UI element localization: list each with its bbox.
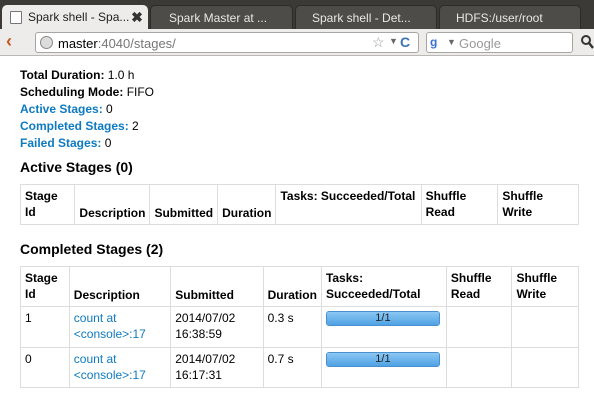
column-header-shuffle-read[interactable]: Shuffle Read [445,266,513,307]
search-input[interactable]: Google [459,36,501,51]
table-header-row: Stage Id Description Submitted Duration … [20,266,579,307]
column-header-shuffle-read[interactable]: Shuffle Read [420,184,499,225]
stage-description-link[interactable]: count at <console>:17 [74,352,146,382]
tab-spark-shell-details[interactable]: Spark shell - Det... [295,5,437,29]
bookmark-star-icon[interactable]: ☆ [372,34,385,51]
progress-label: 1/1 [375,312,391,324]
shuffle-write-cell [511,306,579,348]
tasks-progress-bar: 1/1 [325,311,440,326]
column-header-submitted[interactable]: Submitted [170,266,264,307]
address-bar[interactable]: master:4040/stages/ ☆ ▼ C [35,32,419,53]
stage-description-link[interactable]: count at <console>:17 [74,311,146,341]
shuffle-read-cell [445,306,513,348]
scheduling-mode-value: FIFO [126,85,155,99]
url-text[interactable]: master:4040/stages/ [58,36,176,51]
active-stages-table: Stage Id Description Submitted Duration … [19,184,579,225]
tasks-cell: 1/1 [320,347,447,388]
failed-stages-value: 0 [104,136,112,150]
url-path: :4040/stages/ [97,36,176,51]
search-box[interactable]: g ▼ Google [426,32,573,53]
completed-stages-heading: Completed Stages (2) [20,241,164,257]
url-host: master [58,36,98,51]
reload-icon[interactable]: C [400,34,410,50]
tab-title: Spark shell - Det... [312,10,411,25]
search-icon[interactable] [580,33,594,51]
stages-summary: Total Duration: 1.0 h Scheduling Mode: F… [20,67,154,152]
total-duration-value: 1.0 h [107,68,135,82]
total-duration-label: Total Duration: [20,68,105,82]
submitted-cell: 2014/07/02 16:17:31 [170,347,264,388]
active-stages-row: Active Stages: 0 [20,101,154,118]
scheduling-mode-row: Scheduling Mode: FIFO [20,84,154,101]
duration-cell: 0.7 s [262,347,322,388]
duration-cell: 0.3 s [262,306,322,348]
tab-title: Spark shell - Spa... [28,10,129,24]
submitted-cell: 2014/07/02 16:38:59 [170,306,264,348]
tasks-cell: 1/1 [320,306,447,348]
active-stages-heading: Active Stages (0) [20,159,133,175]
column-header-description[interactable]: Description [68,266,172,307]
scheduling-mode-label: Scheduling Mode: [20,85,124,99]
browser-tab-bar: Spark shell - Spa... ✖ Spark Master at .… [0,0,594,29]
column-header-tasks[interactable]: Tasks: Succeeded/Total [275,184,422,225]
description-cell: count at <console>:17 [68,347,172,388]
browser-nav-bar: ‹ master:4040/stages/ ☆ ▼ C g ▼ Google [0,29,594,56]
stage-id-cell: 1 [20,306,70,348]
description-cell: count at <console>:17 [68,306,172,348]
tab-hdfs[interactable]: HDFS:/user/root [439,5,581,29]
shuffle-write-cell [511,347,579,388]
shuffle-read-cell [445,347,513,388]
active-stages-link[interactable]: Active Stages: [20,102,103,116]
total-duration-row: Total Duration: 1.0 h [20,67,154,84]
progress-label: 1/1 [375,353,391,365]
column-header-tasks[interactable]: Tasks: Succeeded/Total [320,266,447,307]
back-arrow-icon[interactable]: ‹ [6,32,24,51]
column-header-stage-id[interactable]: Stage Id [20,266,70,307]
stage-id-cell: 0 [20,347,70,388]
page-content: Total Duration: 1.0 h Scheduling Mode: F… [0,57,594,401]
tab-title: Spark Master at ... [169,10,268,25]
table-header-row: Stage Id Description Submitted Duration … [19,184,579,225]
tasks-progress-bar: 1/1 [325,352,440,367]
tab-title: HDFS:/user/root [456,10,543,25]
completed-stages-value: 2 [132,119,139,133]
column-header-submitted[interactable]: Submitted [149,184,219,225]
table-row: 0 count at <console>:17 2014/07/02 16:17… [20,347,579,388]
failed-stages-row: Failed Stages: 0 [20,135,154,152]
column-header-shuffle-write[interactable]: Shuffle Write [511,266,579,307]
tab-spark-shell-stages[interactable]: Spark shell - Spa... ✖ [2,5,148,29]
search-engine-dropdown-icon[interactable]: ▼ [447,37,456,47]
completed-stages-row: Completed Stages: 2 [20,118,154,135]
column-header-duration[interactable]: Duration [217,184,277,225]
google-logo-icon[interactable]: g [430,35,444,49]
close-icon[interactable]: ✖ [129,9,145,26]
column-header-shuffle-write[interactable]: Shuffle Write [497,184,579,225]
column-header-duration[interactable]: Duration [262,266,322,307]
page-icon [10,10,22,24]
tab-spark-master[interactable]: Spark Master at ... [150,5,293,29]
globe-icon [40,36,53,49]
active-stages-value: 0 [106,102,113,116]
completed-stages-table: Stage Id Description Submitted Duration … [20,266,579,388]
column-header-stage-id[interactable]: Stage Id [19,184,76,225]
table-row: 1 count at <console>:17 2014/07/02 16:38… [20,306,579,348]
column-header-description[interactable]: Description [74,184,151,225]
history-dropdown-icon[interactable]: ▼ [389,36,398,46]
failed-stages-link[interactable]: Failed Stages: [20,136,101,150]
completed-stages-link[interactable]: Completed Stages: [20,119,129,133]
